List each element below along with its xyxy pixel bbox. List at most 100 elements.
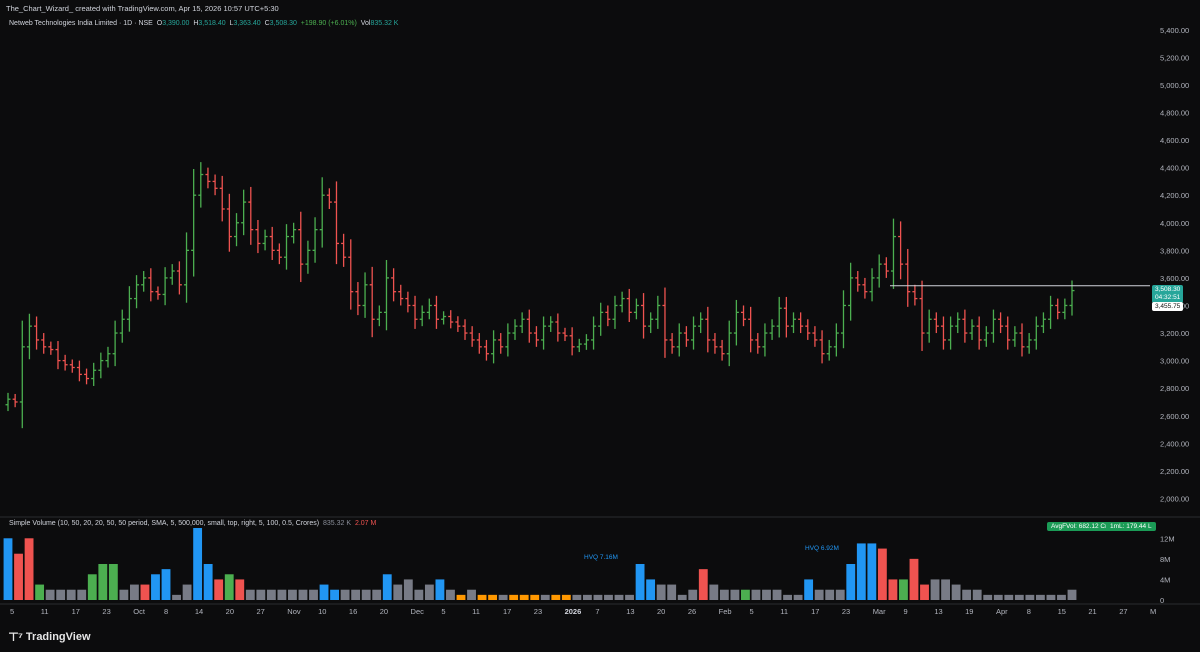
volume-bar <box>382 574 392 600</box>
date-tick-label: 10 <box>318 607 326 616</box>
price-tick-label: 2,200.00 <box>1160 467 1189 476</box>
change-value: +198.90 (+6.01%) <box>300 20 357 27</box>
volume-bar <box>235 579 245 600</box>
volume-bar <box>730 589 740 600</box>
volume-tick-label: 8M <box>1160 555 1170 564</box>
date-tick-label: 11 <box>41 607 49 616</box>
price-tick-label: 3,200.00 <box>1160 329 1189 338</box>
volume-bar <box>498 594 508 600</box>
price-tick-label: 2,400.00 <box>1160 439 1189 448</box>
date-tick-label: 2026 <box>565 607 582 616</box>
date-tick-label: 7 <box>595 607 599 616</box>
volume-bar <box>98 564 108 600</box>
volume-bar <box>814 589 824 600</box>
volume-bar <box>277 589 287 600</box>
date-tick-label: 23 <box>534 607 542 616</box>
volume-bar <box>983 594 993 600</box>
volume-bar <box>625 594 634 600</box>
volume-bar <box>551 594 561 600</box>
volume-bar <box>667 584 677 600</box>
volume-tick-label: 12M <box>1160 534 1175 543</box>
low-value: 3,363.40 <box>233 20 261 27</box>
date-tick-label: 27 <box>1119 607 1127 616</box>
avg-fvol-badge: AvgFVol: 682.12 Cr <box>1047 522 1112 531</box>
volume-bar <box>172 594 181 600</box>
volume-bar <box>656 584 666 600</box>
countdown-value: 04:32:51 <box>1155 294 1181 301</box>
volume-bar <box>66 589 76 600</box>
price-tick-label: 2,800.00 <box>1160 384 1189 393</box>
volume-bar <box>888 579 898 600</box>
date-tick-label: 8 <box>1027 607 1031 616</box>
volume-indicator-legend: Simple Volume (10, 50, 20, 20, 50, 50 pe… <box>9 520 376 527</box>
hvq-annotation: HVQ 7.16M <box>584 554 618 561</box>
date-tick-label: 14 <box>195 607 203 616</box>
volume-bar <box>393 584 403 600</box>
date-tick-label: 5 <box>10 607 14 616</box>
volume-bar <box>119 589 129 600</box>
volume-bar <box>793 594 803 600</box>
volume-bar <box>203 564 213 600</box>
volume-bar <box>35 584 45 600</box>
volume-bar <box>635 564 645 600</box>
price-tick-label: 3,600.00 <box>1160 274 1189 283</box>
date-tick-label: 15 <box>1058 607 1066 616</box>
open-value: 3,390.00 <box>162 20 190 27</box>
volume-bar <box>709 584 719 600</box>
volume-bar <box>909 558 919 600</box>
volume-bar <box>1046 594 1056 600</box>
volume-bar <box>224 574 234 600</box>
volume-bar <box>719 589 729 600</box>
volume-tick-label: 4M <box>1160 575 1170 584</box>
date-tick-label: 19 <box>965 607 973 616</box>
volume-bar <box>561 594 571 600</box>
volume-bar <box>129 584 139 600</box>
volume-bar <box>741 589 750 600</box>
avg-vol-badge: 1mL: 179.44 L <box>1106 522 1156 531</box>
volume-bar <box>993 594 1003 600</box>
volume-bar <box>530 594 540 600</box>
volume-bar <box>540 594 550 600</box>
volume-bar <box>877 548 887 600</box>
price-tick-label: 2,600.00 <box>1160 412 1189 421</box>
date-tick-label: Oct <box>133 607 146 616</box>
high-value: 3,518.40 <box>198 20 226 27</box>
volume-indicator-value: 835.32 K <box>323 520 352 527</box>
volume-bar <box>245 589 255 600</box>
volume-bar <box>762 589 771 600</box>
tradingview-brand: TradingView <box>25 631 91 643</box>
date-tick-label: Mar <box>873 607 886 616</box>
volume-bar <box>509 594 519 600</box>
volume-value: 835.32 K <box>370 20 399 27</box>
volume-bar <box>298 589 308 600</box>
volume-bar <box>435 579 445 600</box>
hvq-annotation: HVQ 6.92M <box>805 545 839 552</box>
volume-bar <box>593 594 603 600</box>
volume-bar <box>256 589 266 600</box>
volume-bar <box>424 584 434 600</box>
price-chart[interactable]: 5,400.00 5,200.00 5,000.00 4,800.00 4,600.00… <box>0 0 1200 652</box>
date-tick-label: 20 <box>226 607 234 616</box>
date-tick-label: 16 <box>349 607 357 616</box>
symbol-name: Netweb Technologies India Limited · 1D ·… <box>9 20 153 27</box>
volume-bar <box>835 589 845 600</box>
volume-bar <box>488 594 498 600</box>
volume-bar <box>3 538 13 600</box>
tradingview-footer[interactable]: ⊤⁷ TradingView <box>8 630 91 644</box>
last-price-value: 3,508.30 <box>1155 286 1181 293</box>
volume-bar <box>646 579 656 600</box>
date-tick-label: 13 <box>934 607 942 616</box>
volume-bar <box>340 589 350 600</box>
attribution-text: The_Chart_Wizard_ created with TradingVi… <box>6 4 279 13</box>
volume-bar <box>677 594 687 600</box>
volume-bar <box>151 574 160 600</box>
date-tick-label: 5 <box>441 607 445 616</box>
volume-bar <box>951 584 961 600</box>
price-tick-label: 4,600.00 <box>1160 136 1189 145</box>
date-tick-label: 17 <box>503 607 511 616</box>
volume-bar <box>477 594 487 600</box>
volume-indicator-title: Simple Volume (10, 50, 20, 20, 50, 50 pe… <box>9 520 320 527</box>
volume-bar <box>582 594 592 600</box>
date-tick-label: 23 <box>842 607 850 616</box>
volume-bar <box>45 589 55 600</box>
